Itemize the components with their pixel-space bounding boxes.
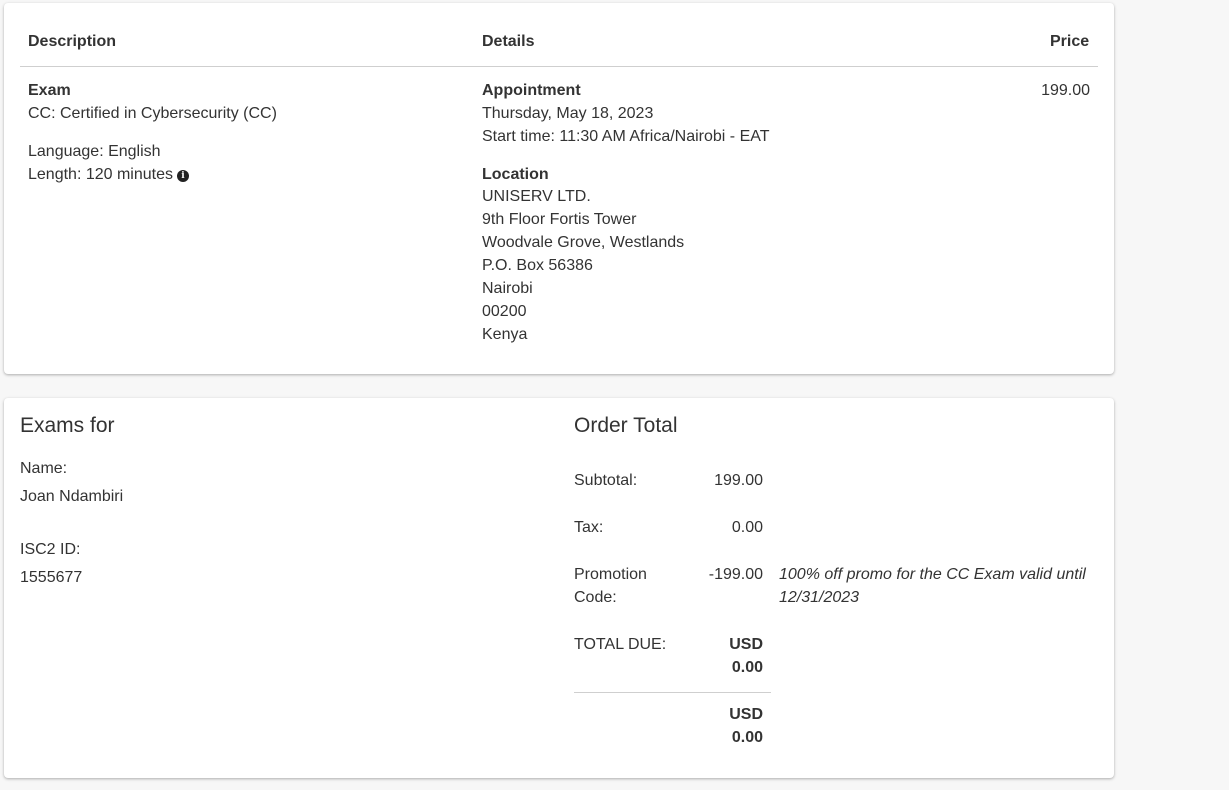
item-price: 199.00 xyxy=(1041,82,1090,99)
appointment-label: Appointment xyxy=(482,82,581,99)
total-divider xyxy=(574,692,771,693)
item-length: Length: 120 minutes i xyxy=(28,163,189,186)
item-language: Language: English xyxy=(28,143,161,160)
column-header-description: Description xyxy=(28,33,117,50)
address-line: Kenya xyxy=(482,326,528,343)
final-total-amount: 0.00 xyxy=(731,729,763,746)
promo-note-line: 100% off promo for the CC Exam valid unt… xyxy=(779,566,1086,583)
candidate-name-label: Name: xyxy=(20,460,68,477)
subtotal-label: Subtotal: xyxy=(574,472,638,489)
address-line: P.O. Box 56386 xyxy=(482,257,593,274)
item-name: CC: Certified in Cybersecurity (CC) xyxy=(28,105,277,122)
column-header-details: Details xyxy=(482,33,535,50)
tax-value: 0.00 xyxy=(731,519,763,536)
info-circle-icon[interactable]: i xyxy=(177,170,189,182)
promo-code-value: -199.00 xyxy=(708,566,763,583)
promo-code-note: 100% off promo for the CC Exam valid unt… xyxy=(779,563,1086,609)
location-label: Location xyxy=(482,166,549,183)
address-line: UNISERV LTD. xyxy=(482,188,591,205)
address-line: 9th Floor Fortis Tower xyxy=(482,211,637,228)
total-due-amount: 0.00 xyxy=(731,659,763,676)
order-items-card: Description Details Price Exam CC: Certi… xyxy=(4,3,1114,374)
address-line: Nairobi xyxy=(482,280,533,297)
table-header-divider xyxy=(20,66,1098,67)
final-total-value: USD 0.00 xyxy=(684,703,763,749)
total-due-currency: USD xyxy=(729,636,763,653)
subtotal-value: 199.00 xyxy=(714,472,763,489)
exams-for-title: Exams for xyxy=(20,414,115,437)
promo-code-label-line: Code: xyxy=(574,589,617,606)
tax-label: Tax: xyxy=(574,519,604,536)
candidate-id-value: 1555677 xyxy=(20,569,83,586)
location-address: UNISERV LTD. 9th Floor Fortis Tower Wood… xyxy=(482,185,684,346)
final-total-currency: USD xyxy=(729,706,763,723)
promo-note-line: 12/31/2023 xyxy=(779,589,860,606)
candidate-id-label: ISC2 ID: xyxy=(20,541,81,558)
column-header-price: Price xyxy=(1050,33,1090,50)
appointment-start-time: Start time: 11:30 AM Africa/Nairobi - EA… xyxy=(482,128,770,145)
promo-code-label-line: Promotion xyxy=(574,566,647,583)
candidate-name-value: Joan Ndambiri xyxy=(20,488,124,505)
promo-code-label: Promotion Code: xyxy=(574,563,647,609)
address-line: Woodvale Grove, Westlands xyxy=(482,234,685,251)
item-length-label: Length: 120 minutes xyxy=(28,166,173,183)
address-line: 00200 xyxy=(482,303,527,320)
total-due-value: USD 0.00 xyxy=(684,633,763,679)
order-summary-card: Exams for Name: Joan Ndambiri ISC2 ID: 1… xyxy=(4,398,1114,778)
order-total-title: Order Total xyxy=(574,414,678,437)
appointment-date: Thursday, May 18, 2023 xyxy=(482,105,654,122)
total-due-label: TOTAL DUE: xyxy=(574,636,667,653)
item-type: Exam xyxy=(28,82,71,99)
